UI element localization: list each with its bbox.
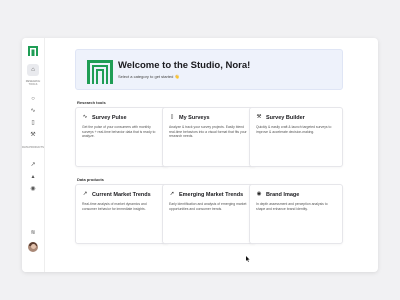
page-title: Welcome to the Studio, Nora! (118, 60, 251, 71)
chat-icon[interactable]: ○ (28, 94, 38, 104)
card-description: Analyze & track your survey projects. Ea… (169, 125, 247, 139)
trend-nav-icon[interactable]: ↗ (28, 160, 38, 170)
pulse-icon: ∿ (82, 114, 88, 121)
card-current-market-trends[interactable]: ↗ Current Market Trends Real-time analys… (75, 184, 169, 244)
sidebar-section-research: RESEARCH TOOLS (25, 80, 41, 86)
section-title-data: Data products (77, 177, 104, 182)
page-subtitle: Select a category to get started 👋 (118, 74, 180, 79)
card-survey-pulse[interactable]: ∿ Survey Pulse Get the pulse of your con… (75, 107, 169, 167)
trend-arrow-icon: ➚ (169, 191, 175, 198)
avatar[interactable] (28, 242, 38, 252)
pulse-nav-icon[interactable]: ∿ (28, 106, 38, 116)
card-title: Brand Image (266, 192, 300, 198)
welcome-banner: Welcome to the Studio, Nora! Select a ca… (75, 49, 343, 90)
card-title: Survey Pulse (92, 115, 127, 121)
layers-icon[interactable]: ≋ (28, 228, 38, 238)
home-icon[interactable]: ⌂ (27, 64, 39, 76)
card-description: Real-time analysis of market dynamics an… (82, 202, 147, 211)
card-description: Early identification and analysis of eme… (169, 202, 247, 211)
eye-icon: ◉ (256, 191, 262, 198)
card-description: Get the pulse of your consumers with mon… (82, 125, 156, 139)
section-title-research: Research tools (77, 100, 106, 105)
mouse-cursor-icon (246, 256, 250, 262)
studio-logo-icon[interactable] (28, 46, 38, 56)
clipboard-icon: ▯ (170, 114, 174, 121)
trend-up-icon: ↗ (82, 191, 88, 198)
card-emerging-market-trends[interactable]: ➚ Emerging Market Trends Early identific… (162, 184, 256, 244)
chart-nav-icon[interactable]: ▴ (28, 172, 38, 182)
studio-arch-icon (87, 60, 113, 84)
tool-nav-icon[interactable]: ⚒ (28, 130, 38, 140)
card-title: Current Market Trends (92, 192, 151, 198)
clipboard-nav-icon[interactable]: ▯ (28, 118, 38, 128)
sidebar-section-data: DATA PRODUCTS (22, 146, 44, 149)
eye-nav-icon[interactable]: ◉ (28, 184, 38, 194)
card-brand-image[interactable]: ◉ Brand Image In depth assessment and pe… (249, 184, 343, 244)
card-description: Quickly & easily craft & launch targeted… (256, 125, 332, 134)
card-my-surveys[interactable]: ▯ My Surveys Analyze & track your survey… (162, 107, 256, 167)
sidebar: ⌂ RESEARCH TOOLS ○ ∿ ▯ ⚒ DATA PRODUCTS ↗… (22, 38, 45, 272)
app-window: ⌂ RESEARCH TOOLS ○ ∿ ▯ ⚒ DATA PRODUCTS ↗… (22, 38, 378, 272)
main-content: Welcome to the Studio, Nora! Select a ca… (44, 38, 378, 272)
card-description: In depth assessment and perception analy… (256, 202, 328, 211)
card-title: My Surveys (179, 115, 210, 121)
hammer-icon: ⚒ (256, 114, 262, 121)
card-survey-builder[interactable]: ⚒ Survey Builder Quickly & easily craft … (249, 107, 343, 167)
card-title: Survey Builder (266, 115, 305, 121)
card-title: Emerging Market Trends (179, 192, 244, 198)
